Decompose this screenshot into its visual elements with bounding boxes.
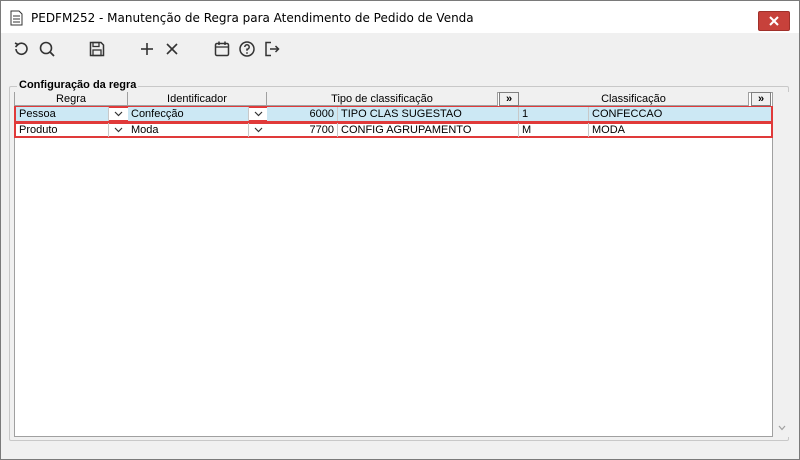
col-header-tipo-classificacao[interactable]: Tipo de classificação [267, 92, 498, 106]
close-icon [769, 16, 779, 26]
title-bar: PEDFM252 - Manutenção de Regra para Aten… [1, 1, 799, 33]
document-icon [10, 10, 23, 26]
chevron-down-icon[interactable] [251, 123, 265, 137]
tipo-expand-button[interactable]: » [499, 92, 519, 106]
col-header-identificador[interactable]: Identificador [128, 92, 267, 106]
save-icon [89, 41, 105, 57]
refresh-button[interactable] [11, 39, 31, 59]
chevron-down-icon[interactable] [111, 123, 125, 137]
cell-identificador[interactable]: Confecção [128, 107, 249, 121]
cell-tipo-descricao[interactable]: TIPO CLAS SUGESTAO [338, 107, 519, 121]
help-button[interactable] [237, 39, 257, 59]
toolbar [1, 34, 799, 64]
add-button[interactable] [137, 39, 157, 59]
help-icon [239, 41, 255, 57]
add-icon [141, 43, 153, 55]
cell-regra[interactable]: Produto [16, 123, 109, 137]
scroll-down-icon[interactable] [778, 425, 786, 431]
cell-identificador[interactable]: Moda [128, 123, 249, 137]
cell-tipo-descricao[interactable]: CONFIG AGRUPAMENTO [338, 123, 519, 137]
search-button[interactable] [37, 39, 57, 59]
remove-icon [166, 43, 178, 55]
remove-button[interactable] [162, 39, 182, 59]
vertical-scrollbar[interactable] [774, 92, 789, 437]
chevron-down-icon[interactable] [111, 107, 125, 121]
classificacao-expand-button[interactable]: » [751, 92, 771, 106]
cell-class-codigo[interactable]: M [519, 123, 589, 137]
save-button[interactable] [87, 39, 107, 59]
col-header-classificacao[interactable]: Classificação [519, 92, 749, 106]
search-icon [39, 41, 55, 57]
cell-tipo-codigo[interactable]: 7700 [267, 123, 338, 137]
window-title: PEDFM252 - Manutenção de Regra para Aten… [31, 11, 474, 25]
close-button[interactable] [758, 11, 790, 31]
cell-class-codigo[interactable]: 1 [519, 107, 589, 121]
cell-class-descricao[interactable]: CONFECCAO [589, 107, 771, 121]
calendar-button[interactable] [212, 39, 232, 59]
main-window: PEDFM252 - Manutenção de Regra para Aten… [0, 0, 800, 460]
exit-button[interactable] [262, 39, 282, 59]
refresh-icon [14, 42, 28, 55]
cell-class-descricao[interactable]: MODA [589, 123, 771, 137]
cell-regra[interactable]: Pessoa [16, 107, 109, 121]
cell-tipo-codigo[interactable]: 6000 [267, 107, 338, 121]
calendar-icon [214, 41, 230, 57]
exit-icon [265, 41, 280, 57]
chevron-down-icon[interactable] [251, 107, 265, 121]
rules-grid [14, 92, 773, 437]
col-header-regra[interactable]: Regra [15, 92, 128, 106]
group-title: Configuração da regra [17, 79, 139, 91]
